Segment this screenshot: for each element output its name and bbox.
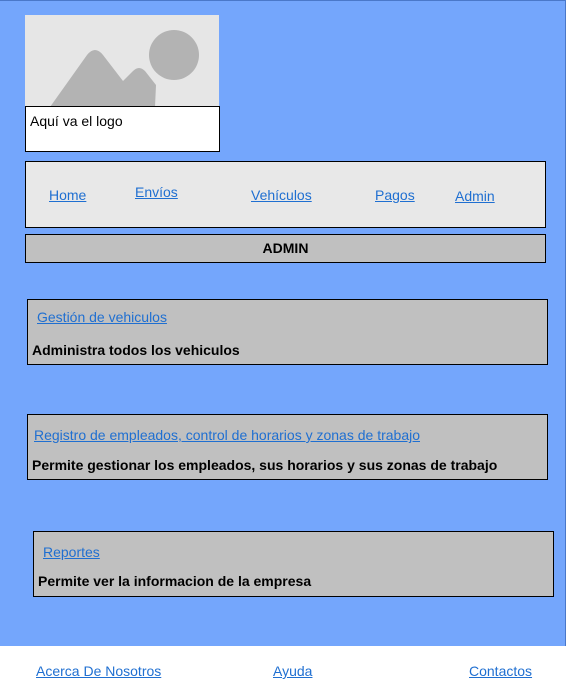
- logo-caption: Aquí va el logo: [25, 106, 220, 152]
- main-nav: Home Envíos Vehículos Pagos Admin: [25, 161, 546, 228]
- reports-description: Permite ver la informacion de la empresa: [38, 573, 312, 589]
- card-reports: Reportes Permite ver la informacion de l…: [33, 531, 554, 597]
- vehicle-management-description: Administra todos los vehiculos: [32, 342, 240, 358]
- card-employee-registry: Registro de empleados, control de horari…: [27, 414, 548, 480]
- section-title: ADMIN: [25, 234, 546, 263]
- nav-admin-link[interactable]: Admin: [455, 188, 495, 204]
- nav-pagos-link[interactable]: Pagos: [375, 187, 415, 203]
- employee-registry-link[interactable]: Registro de empleados, control de horari…: [34, 427, 420, 443]
- reports-link[interactable]: Reportes: [43, 544, 100, 560]
- main-content-area: Aquí va el logo Home Envíos Vehículos Pa…: [0, 0, 566, 646]
- nav-envios-link[interactable]: Envíos: [135, 184, 178, 200]
- nav-home-link[interactable]: Home: [49, 187, 86, 203]
- footer-help-link[interactable]: Ayuda: [273, 663, 312, 679]
- image-placeholder-icon: [50, 30, 199, 107]
- card-vehicle-management: Gestión de vehiculos Administra todos lo…: [27, 299, 548, 365]
- footer-contacts-link[interactable]: Contactos: [469, 663, 532, 679]
- employee-registry-description: Permite gestionar los empleados, sus hor…: [32, 457, 498, 473]
- footer-about-link[interactable]: Acerca De Nosotros: [36, 663, 161, 679]
- nav-vehiculos-link[interactable]: Vehículos: [251, 187, 312, 203]
- logo-placeholder-image: [25, 15, 219, 107]
- vehicle-management-link[interactable]: Gestión de vehiculos: [37, 309, 167, 325]
